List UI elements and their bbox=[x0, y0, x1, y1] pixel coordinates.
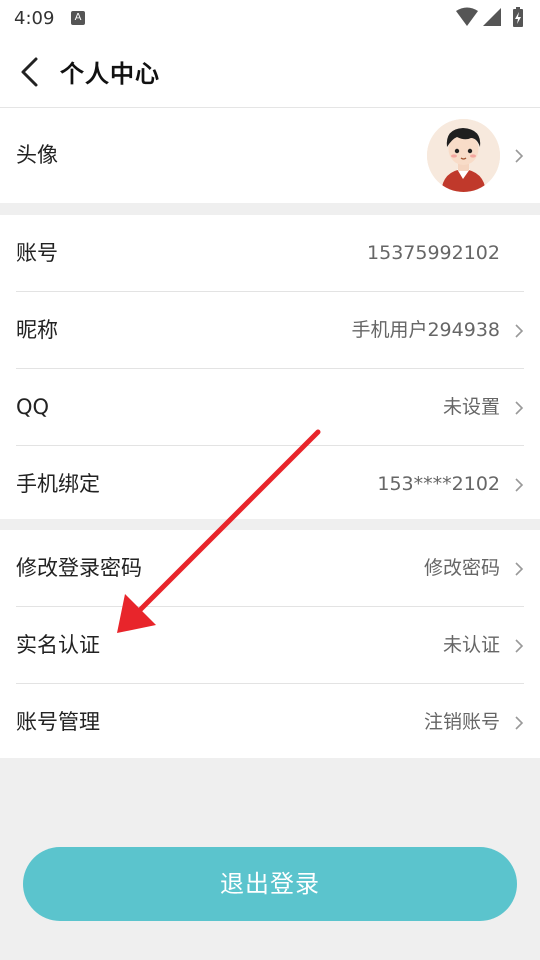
nickname-value: 手机用户294938 bbox=[351, 319, 500, 341]
account-value: 15375992102 bbox=[367, 242, 500, 264]
account-management-value: 注销账号 bbox=[423, 711, 500, 733]
status-icons bbox=[456, 7, 530, 29]
logout-button[interactable]: 退出登录 bbox=[23, 847, 517, 921]
page-title: 个人中心 bbox=[60, 60, 160, 88]
change-password-value: 修改密码 bbox=[423, 557, 500, 579]
navigation-bar: 个人中心 bbox=[0, 36, 540, 108]
real-name-auth-row[interactable]: 实名认证 未认证 bbox=[16, 607, 524, 684]
signal-icon bbox=[483, 8, 501, 26]
account-management-row[interactable]: 账号管理 注销账号 bbox=[16, 684, 524, 760]
account-row: 账号 15375992102 bbox=[16, 215, 524, 292]
chevron-left-icon bbox=[21, 57, 38, 87]
nickname-label: 昵称 bbox=[16, 318, 58, 342]
status-time: 4:09 bbox=[14, 8, 55, 29]
avatar-section: 头像 bbox=[0, 108, 540, 203]
security-section: 修改登录密码 修改密码 实名认证 未认证 账号管理 注销账号 bbox=[0, 530, 540, 758]
status-bar: 4:09 A bbox=[0, 0, 540, 36]
back-button[interactable] bbox=[14, 53, 48, 91]
chevron-right-icon bbox=[515, 324, 524, 338]
qq-row[interactable]: QQ 未设置 bbox=[16, 369, 524, 446]
chevron-right-icon bbox=[515, 149, 524, 163]
chevron-right-icon bbox=[515, 401, 524, 415]
change-password-label: 修改登录密码 bbox=[16, 556, 142, 580]
avatar-row[interactable]: 头像 bbox=[16, 108, 524, 203]
wifi-icon bbox=[456, 7, 478, 26]
qq-value: 未设置 bbox=[442, 396, 500, 418]
phone-binding-value: 153****2102 bbox=[377, 473, 500, 495]
account-label: 账号 bbox=[16, 241, 58, 265]
battery-icon bbox=[513, 7, 523, 27]
notification-icon: A bbox=[71, 11, 85, 25]
chevron-right-icon bbox=[515, 639, 524, 653]
chevron-right-icon bbox=[515, 478, 524, 492]
phone-binding-label: 手机绑定 bbox=[16, 472, 100, 496]
account-management-label: 账号管理 bbox=[16, 710, 100, 734]
phone-binding-row[interactable]: 手机绑定 153****2102 bbox=[16, 446, 524, 522]
change-password-row[interactable]: 修改登录密码 修改密码 bbox=[16, 530, 524, 607]
chevron-right-icon bbox=[515, 716, 524, 730]
nickname-row[interactable]: 昵称 手机用户294938 bbox=[16, 292, 524, 369]
qq-label: QQ bbox=[16, 395, 50, 419]
real-name-auth-value: 未认证 bbox=[442, 634, 500, 656]
account-info-section: 账号 15375992102 昵称 手机用户294938 QQ 未设置 手机绑定… bbox=[0, 215, 540, 519]
avatar[interactable] bbox=[427, 119, 500, 192]
real-name-auth-label: 实名认证 bbox=[16, 633, 100, 657]
chevron-right-icon bbox=[515, 562, 524, 576]
avatar-label: 头像 bbox=[16, 143, 58, 167]
